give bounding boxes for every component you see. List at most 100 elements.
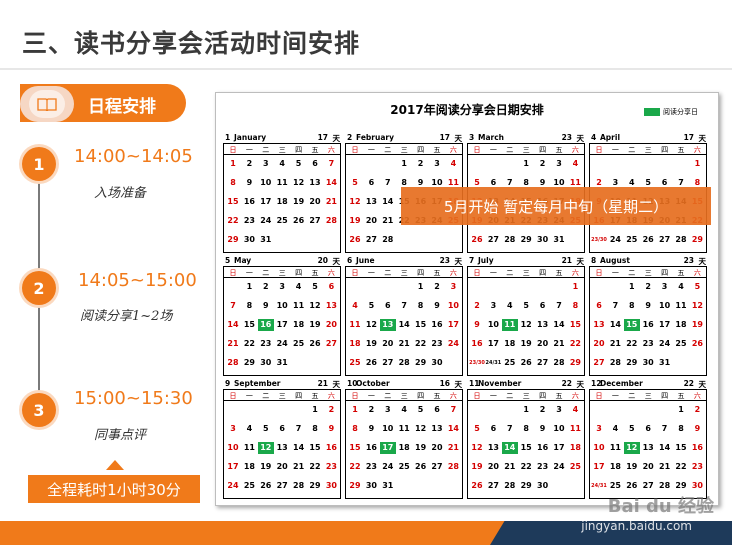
calendar-day: 13 [379, 319, 396, 331]
calendar-day: 5 [417, 405, 424, 414]
calendar-day: 24 [659, 339, 671, 348]
calendar-day: 19 [309, 320, 321, 329]
calendar-day: 19 [365, 339, 377, 348]
calendar-day: 12 [415, 424, 427, 433]
calendar-day: 10 [487, 320, 499, 329]
calendar-day: 10 [447, 301, 459, 310]
calendar-day: 31 [276, 358, 288, 367]
calendar-day: 19 [471, 462, 483, 471]
calendar-day: 25 [569, 462, 581, 471]
calendar-day: 29 [520, 481, 532, 490]
calendar-day: 5 [263, 424, 269, 433]
step-3-desc: 同事点评 [94, 428, 147, 443]
calendar-day: 2 [368, 405, 375, 414]
month-work-days: 17 [317, 133, 328, 142]
month-11: 11 November 22 天日一二三四五六 1 2 3 4 5 6 7 8 9 10 11 12 13 14 1… [467, 379, 585, 501]
month-work-days: 20 [317, 256, 328, 265]
month-number: 7 [469, 256, 475, 265]
calendar-day: 14 [325, 178, 337, 187]
calendar-day: 22 [520, 462, 532, 471]
calendar-day: 16 [642, 320, 654, 329]
calendar-day: 11 [276, 178, 288, 187]
calendar-day: 12 [293, 178, 305, 187]
calendar-day: 27 [642, 481, 654, 490]
calendar-day: 12 [309, 301, 321, 310]
calendar-day: 22 [415, 339, 427, 348]
calendar-day: 30 [365, 481, 377, 490]
calendar-day: 5 [312, 282, 318, 291]
calendar-day: 27 [593, 358, 605, 367]
calendar-day: 18 [398, 443, 410, 452]
calendar-day: 23/30 [469, 360, 485, 366]
legend-swatch [644, 108, 660, 116]
calendar-day: 16 [243, 197, 255, 206]
calendar-day: 2 [539, 405, 546, 414]
calendar-day: 13 [642, 443, 654, 452]
calendar-day: 26 [626, 481, 638, 490]
calendar-day: 6 [539, 301, 546, 310]
calendar-title: 2017年阅读分享会日期安排 [390, 103, 544, 117]
month-work-days: 21 [317, 379, 328, 388]
calendar-day: 2 [474, 301, 480, 310]
month-grid: 日一二三四五六123456789101112131415161718192021… [223, 389, 341, 499]
calendar-day: 5 [629, 424, 635, 433]
calendar-day: 19 [293, 197, 305, 206]
calendar-day: 11 [293, 301, 305, 310]
calendar-day: 15 [309, 443, 321, 452]
calendar-day: 14 [293, 443, 305, 452]
calendar-day: 1 [523, 159, 529, 168]
weekday-divider [346, 277, 462, 278]
month-name: August [600, 256, 630, 265]
month-name: January [234, 133, 267, 142]
calendar-day: 2 [246, 159, 253, 168]
calendar-day: 13 [593, 320, 605, 329]
month-grid: 日一二三四五六123456789101112131415161718192021… [223, 266, 341, 376]
calendar-day: 14 [227, 320, 239, 329]
calendar-day: 5 [694, 282, 701, 291]
calendar-day: 24 [609, 235, 621, 244]
calendar-day: 28 [675, 235, 687, 244]
month-grid: 日一二三四五六123456789101112131415161718192021… [223, 143, 341, 253]
weekday-divider [224, 154, 340, 155]
calendar-day: 2 [434, 282, 440, 291]
calendar-day: 24 [382, 462, 394, 471]
calendar-day: 9 [645, 301, 651, 310]
calendar-day: 25 [609, 481, 621, 490]
calendar-day: 11 [398, 424, 410, 433]
calendar-day: 16 [365, 443, 377, 452]
calendar-day: 23 [260, 339, 272, 348]
calendar-day: 16 [537, 443, 549, 452]
calendar-day: 29 [415, 358, 427, 367]
calendar-day: 26 [349, 235, 361, 244]
calendar-day: 31 [553, 235, 565, 244]
calendar-day: 15 [349, 443, 361, 452]
arrow-up-icon [106, 460, 124, 470]
calendar-day: 3 [230, 424, 236, 433]
calendar-day: 20 [309, 197, 321, 206]
calendar-day: 3 [279, 282, 285, 291]
calendar-day: 22 [569, 339, 581, 348]
month-number: 8 [591, 256, 597, 265]
month-5: 5 May 20 天日一二三四五六 1 2 3 4 5 6 7 8 9 10 11 12 13 14 15 16 17 1… [223, 256, 341, 378]
month-number: 5 [225, 256, 231, 265]
calendar-day: 17 [227, 462, 239, 471]
calendar-day: 20 [487, 462, 499, 471]
month-work-days: 21 [561, 256, 572, 265]
calendar-day: 8 [230, 178, 236, 187]
calendar-day: 15 [569, 320, 581, 329]
calendar-day: 18 [293, 320, 305, 329]
calendar-day: 1 [523, 405, 529, 414]
weekday-divider [590, 154, 706, 155]
calendar-day: 8 [523, 424, 529, 433]
calendar-day: 9 [263, 301, 269, 310]
calendar-day: 30 [642, 358, 654, 367]
month-name: November [478, 379, 522, 388]
calendar-day: 1 [401, 159, 407, 168]
calendar-day: 12 [257, 442, 274, 454]
calendar-day: 28 [504, 481, 516, 490]
month-work-days: 22 [683, 379, 694, 388]
calendar-day: 12 [691, 301, 703, 310]
title-divider [0, 68, 732, 70]
calendar-day: 10 [260, 178, 272, 187]
calendar-day: 20 [382, 339, 394, 348]
